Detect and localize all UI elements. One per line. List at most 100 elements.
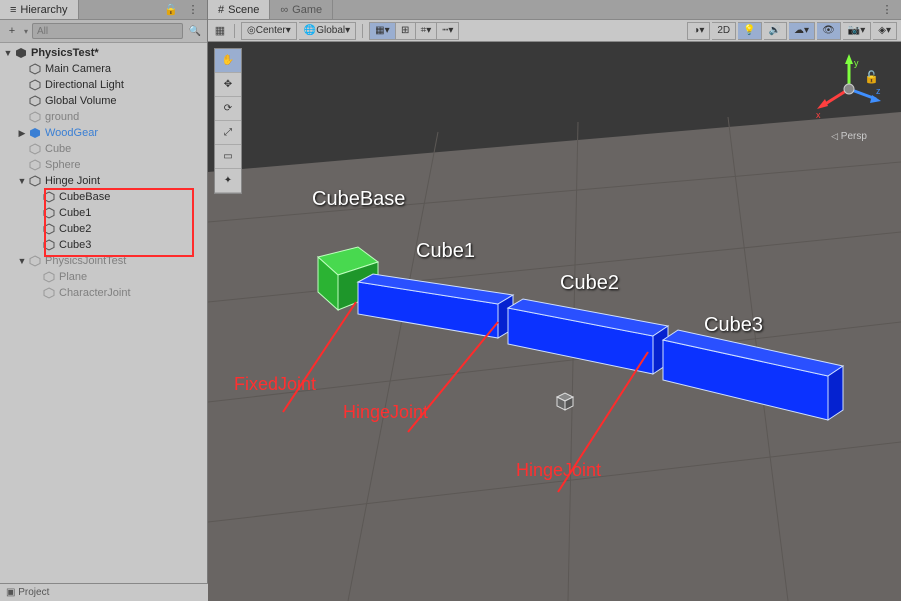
expand-icon[interactable]: ▼: [16, 256, 28, 266]
lighting-toggle[interactable]: 💡: [738, 22, 761, 40]
scene-toolbar: ▦ ◎Center ▾ 🌐Global ▾ ▦▾ ⊞ ⌗▾ ┉▾ ◑▾ 2D 💡…: [208, 20, 901, 42]
grid-toggle-icon: ▦: [375, 25, 384, 36]
shading-icon[interactable]: ▦: [212, 23, 228, 39]
circle-icon: ◑: [693, 25, 699, 36]
hierarchy-tab-label: Hierarchy: [20, 4, 67, 16]
tree-scene-root[interactable]: ▼ PhysicsTest*: [0, 45, 207, 61]
snap-toggle[interactable]: ⊞: [396, 22, 416, 40]
orientation-gizmo[interactable]: y x z ◁ Persp: [809, 54, 889, 142]
center-icon: ◎: [247, 25, 256, 36]
prefab-icon: [28, 126, 42, 140]
svg-text:x: x: [816, 110, 821, 120]
hierarchy-searchbar: +▾ 🔍: [0, 20, 207, 43]
scene-tab[interactable]: # Scene: [208, 0, 270, 19]
scene-center-gizmo-icon: [557, 393, 573, 410]
tree-item-global-volume[interactable]: Global Volume: [0, 93, 207, 109]
tree-item-sphere[interactable]: Sphere: [0, 157, 207, 173]
tree-item-ground[interactable]: ground: [0, 109, 207, 125]
snap-settings[interactable]: ┉▾: [437, 22, 459, 40]
gizmos-dropdown[interactable]: ◈▾: [873, 22, 897, 40]
hand-icon: ✋: [222, 55, 234, 66]
cube-icon: [28, 158, 42, 172]
cube-icon: [28, 78, 42, 92]
snap-icon: ⊞: [401, 25, 409, 36]
tree-item-characterjoint[interactable]: CharacterJoint: [0, 285, 207, 301]
rotate-tool[interactable]: ⟳: [215, 97, 241, 121]
lightbulb-icon: 💡: [743, 25, 755, 36]
expand-icon[interactable]: ▼: [16, 176, 28, 186]
globe-icon: 🌐: [304, 25, 316, 36]
gamepad-icon: ∞: [280, 4, 288, 16]
handle-dropdown[interactable]: 🌐Global ▾: [299, 22, 356, 40]
gizmo-icon: ◈: [878, 25, 886, 36]
cube-icon: [42, 222, 56, 236]
tree-item-woodgear[interactable]: ▶ WoodGear: [0, 125, 207, 141]
tree-item-main-camera[interactable]: Main Camera: [0, 61, 207, 77]
tree-item-plane[interactable]: Plane: [0, 269, 207, 285]
tree-item-directional-light[interactable]: Directional Light: [0, 77, 207, 93]
tree-item-cube1[interactable]: Cube1: [0, 205, 207, 221]
camera-dropdown[interactable]: 📷▾: [843, 22, 871, 40]
increment-icon: ┉: [442, 25, 448, 36]
eye-slash-icon: 👁: [822, 25, 835, 36]
scene-view[interactable]: ✋ ✥ ⟳ ⤢ ▭ ✦ y x z: [208, 42, 901, 601]
transform-tool[interactable]: ✦: [215, 169, 241, 193]
rotate-icon: ⟳: [224, 103, 232, 114]
kebab-icon[interactable]: ⋮: [879, 2, 895, 18]
cloud-icon: ☁: [794, 25, 804, 36]
hierarchy-tabbar: ≡ Hierarchy 🔒 ⋮: [0, 0, 207, 20]
pivot-dropdown[interactable]: ◎Center ▾: [241, 22, 297, 40]
rect-tool[interactable]: ▭: [215, 145, 241, 169]
project-footer-tab[interactable]: ▣ Project: [0, 583, 208, 601]
draw-mode-dropdown[interactable]: ◑▾: [687, 22, 710, 40]
hierarchy-search-input[interactable]: [32, 23, 183, 39]
cube-icon: [28, 142, 42, 156]
grid-toggle[interactable]: ▦▾: [369, 22, 395, 40]
cube-icon: [28, 174, 42, 188]
mode-2d-toggle[interactable]: 2D: [712, 22, 736, 40]
scene-tool-palette: ✋ ✥ ⟳ ⤢ ▭ ✦: [214, 48, 242, 194]
cube-icon: [28, 254, 42, 268]
expand-icon[interactable]: ▶: [16, 128, 28, 139]
visibility-toggle[interactable]: 👁: [817, 22, 841, 40]
cube-icon: [28, 110, 42, 124]
gizmo-lock-icon[interactable]: 🔓: [864, 70, 879, 84]
scene-panel: # Scene ∞ Game ⋮ ▦ ◎Center ▾ 🌐Global ▾ ▦…: [208, 0, 901, 601]
scale-icon: ⤢: [224, 127, 232, 138]
project-tab-label: Project: [18, 587, 49, 598]
audio-toggle[interactable]: 🔊: [764, 22, 787, 40]
tree-item-cubebase[interactable]: CubeBase: [0, 189, 207, 205]
hierarchy-tree: ▼ PhysicsTest* Main Camera Directional L…: [0, 43, 207, 601]
move-icon: ✥: [224, 79, 232, 90]
kebab-icon[interactable]: ⋮: [185, 2, 201, 18]
cube-icon: [42, 286, 56, 300]
folder-icon: ▣: [6, 587, 15, 598]
cube-icon: [42, 206, 56, 220]
snap-increment[interactable]: ⌗▾: [416, 22, 438, 40]
move-tool[interactable]: ✥: [215, 73, 241, 97]
tree-item-cube[interactable]: Cube: [0, 141, 207, 157]
hierarchy-tab[interactable]: ≡ Hierarchy: [0, 0, 79, 19]
scene-tabbar: # Scene ∞ Game ⋮: [208, 0, 901, 20]
svg-text:y: y: [854, 58, 859, 68]
scale-tool[interactable]: ⤢: [215, 121, 241, 145]
game-tab[interactable]: ∞ Game: [270, 0, 333, 19]
lock-icon[interactable]: 🔒: [163, 2, 179, 18]
rect-icon: ▭: [223, 151, 232, 162]
tree-item-physicsjointtest[interactable]: ▼ PhysicsJointTest: [0, 253, 207, 269]
cube-icon: [28, 62, 42, 76]
cube-icon: [42, 270, 56, 284]
add-icon[interactable]: +: [4, 23, 20, 39]
search-icon[interactable]: 🔍: [187, 23, 203, 39]
persp-label: ◁ Persp: [809, 131, 889, 142]
tree-item-cube2[interactable]: Cube2: [0, 221, 207, 237]
hierarchy-icon: ≡: [10, 4, 16, 16]
game-tab-label: Game: [292, 4, 322, 16]
speaker-icon: 🔊: [769, 25, 781, 36]
expand-icon[interactable]: ▼: [2, 48, 14, 58]
tree-item-hinge-joint[interactable]: ▼ Hinge Joint: [0, 173, 207, 189]
cube-icon: [42, 238, 56, 252]
tree-item-cube3[interactable]: Cube3: [0, 237, 207, 253]
hand-tool[interactable]: ✋: [215, 49, 241, 73]
fx-toggle[interactable]: ☁▾: [789, 22, 815, 40]
